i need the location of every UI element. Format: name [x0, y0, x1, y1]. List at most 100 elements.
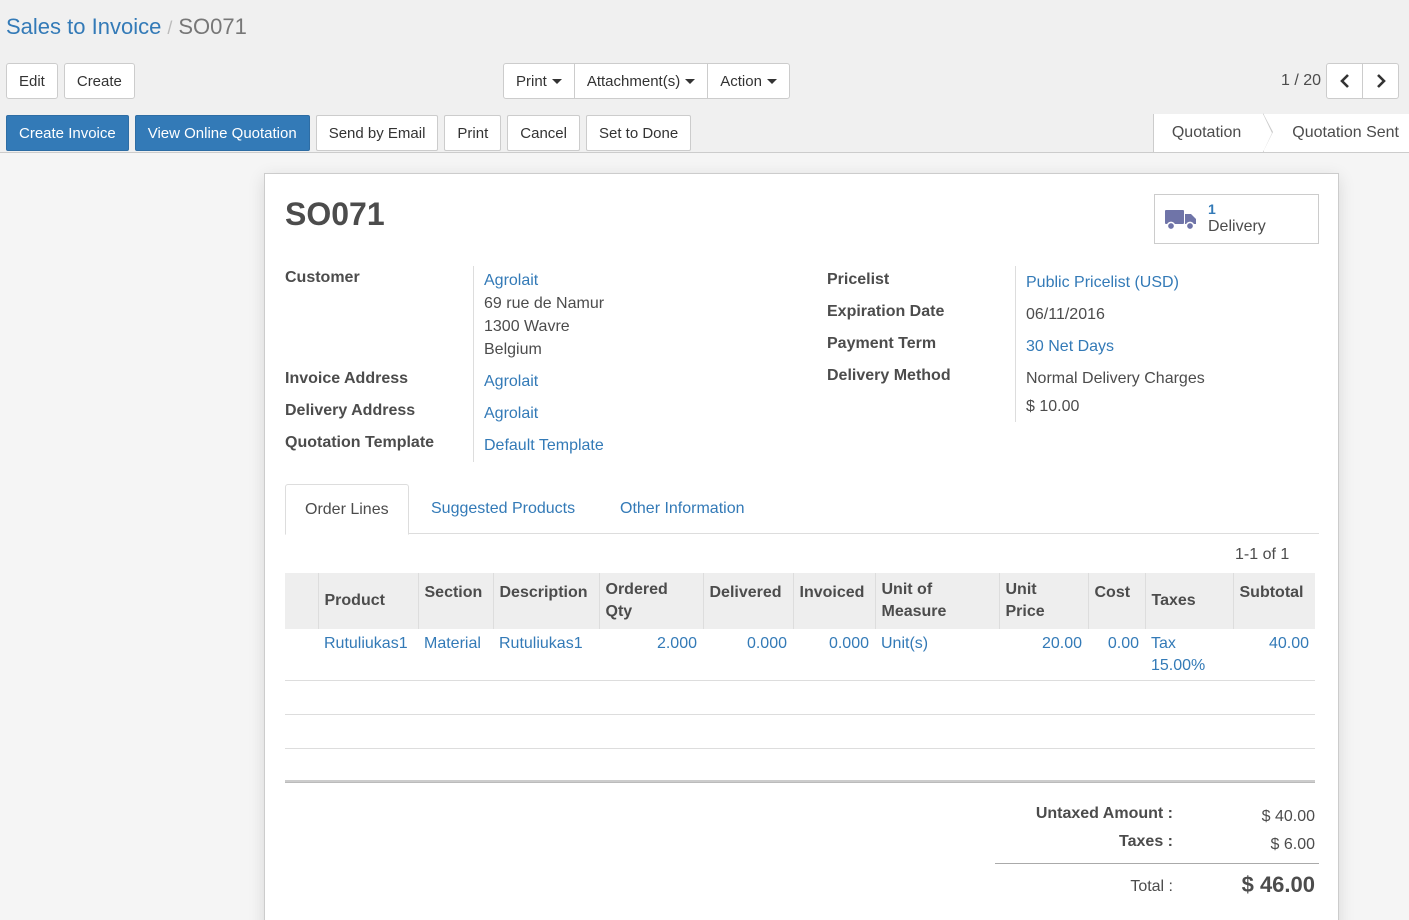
- cell-ordered-qty[interactable]: 2.000: [599, 629, 703, 681]
- delivery-price-value: $ 10.00: [1026, 398, 1080, 415]
- delivery-method-value: Normal Delivery Charges: [1026, 370, 1205, 387]
- taxes-label: Taxes :: [1119, 833, 1173, 850]
- send-by-email-button[interactable]: Send by Email: [315, 115, 439, 151]
- column-header-description[interactable]: Description: [492, 573, 599, 629]
- column-header-ordered-qty[interactable]: Ordered Qty: [598, 573, 703, 629]
- stage-quotation[interactable]: Quotation: [1154, 113, 1274, 152]
- column-header-unit-price[interactable]: Unit Price: [998, 573, 1088, 629]
- delivery-label: Delivery: [1208, 218, 1266, 235]
- column-ordered-qty-label-1: Ordered: [605, 581, 668, 598]
- delivery-address-link[interactable]: Agrolait: [484, 405, 538, 423]
- field-divider: [1015, 266, 1016, 422]
- table-footer-divider: [285, 780, 1315, 783]
- cell-subtotal[interactable]: 40.00: [1233, 629, 1315, 681]
- customer-label: Customer: [285, 269, 360, 286]
- empty-row[interactable]: [285, 714, 1315, 749]
- cell-uom[interactable]: Unit(s): [875, 629, 999, 681]
- column-delivered-label: Delivered: [709, 584, 782, 601]
- column-header-invoiced[interactable]: Invoiced: [792, 573, 875, 629]
- print-dropdown[interactable]: Print: [503, 63, 575, 99]
- total-label: Total :: [1130, 878, 1173, 895]
- notebook-tabs: Order Lines Suggested Products Other Inf…: [285, 484, 1319, 535]
- column-description-label: Description: [499, 584, 588, 601]
- untaxed-amount-label: Untaxed Amount :: [1035, 805, 1173, 822]
- empty-row[interactable]: [285, 680, 1315, 715]
- delivery-smart-button[interactable]: 1 Delivery: [1154, 194, 1319, 244]
- set-to-done-button[interactable]: Set to Done: [585, 115, 692, 151]
- tab-order-lines[interactable]: Order Lines: [285, 484, 409, 535]
- column-cost-label: Cost: [1094, 584, 1131, 601]
- quotation-template-label: Quotation Template: [285, 434, 435, 451]
- create-button[interactable]: Create: [63, 63, 135, 99]
- stage-indicator: Quotation Quotation Sent: [1152, 113, 1409, 152]
- cancel-button[interactable]: Cancel: [507, 115, 580, 151]
- cell-taxes[interactable]: Tax 15.00%: [1145, 629, 1233, 681]
- expiration-date-label: Expiration Date: [827, 303, 945, 320]
- customer-address-line1: 69 rue de Namur: [484, 295, 605, 312]
- main-buttons: Edit Create: [6, 63, 135, 99]
- cell-delivered[interactable]: 0.000: [703, 629, 793, 681]
- cell-invoiced[interactable]: 0.000: [793, 629, 875, 681]
- column-header-section[interactable]: Section: [417, 573, 493, 629]
- delivery-address-label: Delivery Address: [285, 402, 416, 419]
- list-pager[interactable]: 1-1 of 1: [1235, 546, 1289, 564]
- edit-button[interactable]: Edit: [6, 63, 58, 99]
- action-dropdown[interactable]: Action: [707, 63, 790, 99]
- customer-address-line3: Belgium: [484, 341, 542, 358]
- caret-down-icon: [766, 78, 777, 84]
- customer-link[interactable]: Agrolait: [484, 272, 538, 290]
- column-header-product[interactable]: Product: [317, 573, 418, 629]
- column-header-cost[interactable]: Cost: [1087, 573, 1145, 629]
- column-invoiced-label: Invoiced: [799, 584, 865, 601]
- attachments-dropdown[interactable]: Attachment(s): [573, 63, 709, 99]
- column-unit-price-label-2: Price: [1005, 603, 1045, 620]
- column-uom-label-2: Measure: [881, 603, 947, 620]
- column-header-subtotal[interactable]: Subtotal: [1232, 573, 1315, 629]
- payment-term-link[interactable]: 30 Net Days: [1026, 338, 1114, 356]
- pager-previous-button[interactable]: [1326, 63, 1363, 99]
- form-sheet: SO071 1 Delivery Customer Agrolait 69 ru…: [264, 173, 1339, 920]
- column-unit-price-label-1: Unit: [1005, 581, 1037, 598]
- breadcrumb: Sales to Invoice / SO071: [6, 14, 247, 40]
- cell-section[interactable]: Material: [418, 629, 493, 681]
- status-bar: Create Invoice View Online Quotation Sen…: [0, 113, 1409, 153]
- record-pager: 1 / 20: [1281, 63, 1399, 99]
- column-uom-label-1: Unit of: [881, 581, 933, 598]
- pager-value[interactable]: 1 / 20: [1281, 72, 1321, 90]
- table-row[interactable]: Rutuliukas1 Material Rutuliukas1 2.000 0…: [285, 629, 1315, 681]
- tab-other-information[interactable]: Other Information: [620, 484, 745, 534]
- cell-product[interactable]: Rutuliukas1: [318, 629, 418, 681]
- caret-down-icon: [551, 78, 562, 84]
- taxes-value: $ 6.00: [1270, 836, 1315, 853]
- empty-row-cell: [285, 680, 1315, 715]
- breadcrumb-separator: /: [167, 18, 173, 38]
- breadcrumb-parent-link[interactable]: Sales to Invoice: [6, 14, 161, 39]
- column-taxes-label: Taxes: [1151, 592, 1196, 609]
- row-handle-cell: [285, 629, 318, 681]
- print-button[interactable]: Print: [444, 115, 502, 151]
- print-dropdown-label: Print: [516, 72, 547, 90]
- payment-term-label: Payment Term: [827, 335, 937, 352]
- create-invoice-button[interactable]: Create Invoice: [6, 115, 129, 151]
- column-subtotal-label: Subtotal: [1239, 584, 1304, 601]
- pricelist-link[interactable]: Public Pricelist (USD): [1026, 274, 1179, 292]
- control-panel: Sales to Invoice / SO071 Edit Create Print…: [0, 0, 1409, 153]
- column-header-uom[interactable]: Unit of Measure: [874, 573, 999, 629]
- column-ordered-qty-label-2: Qty: [605, 603, 633, 620]
- invoice-address-link[interactable]: Agrolait: [484, 373, 538, 391]
- tab-suggested-products[interactable]: Suggested Products: [431, 484, 575, 534]
- caret-down-icon: [685, 78, 696, 84]
- quotation-template-link[interactable]: Default Template: [484, 437, 604, 455]
- cell-cost[interactable]: 0.00: [1088, 629, 1145, 681]
- column-header-taxes[interactable]: Taxes: [1144, 573, 1233, 629]
- stage-quotation-sent[interactable]: Quotation Sent: [1264, 114, 1409, 152]
- sidebar-dropdowns: Print Attachment(s) Action: [503, 63, 790, 99]
- delivery-count: 1: [1208, 201, 1216, 217]
- column-header-delivered[interactable]: Delivered: [702, 573, 793, 629]
- view-online-quotation-button[interactable]: View Online Quotation: [134, 115, 310, 151]
- pager-next-button[interactable]: [1362, 63, 1399, 99]
- table-header-row: Product Section Description Ordered Qty D…: [285, 573, 1315, 629]
- cell-description[interactable]: Rutuliukas1: [493, 629, 599, 681]
- cell-taxes-line2: 15.00%: [1151, 657, 1206, 674]
- cell-unit-price[interactable]: 20.00: [999, 629, 1088, 681]
